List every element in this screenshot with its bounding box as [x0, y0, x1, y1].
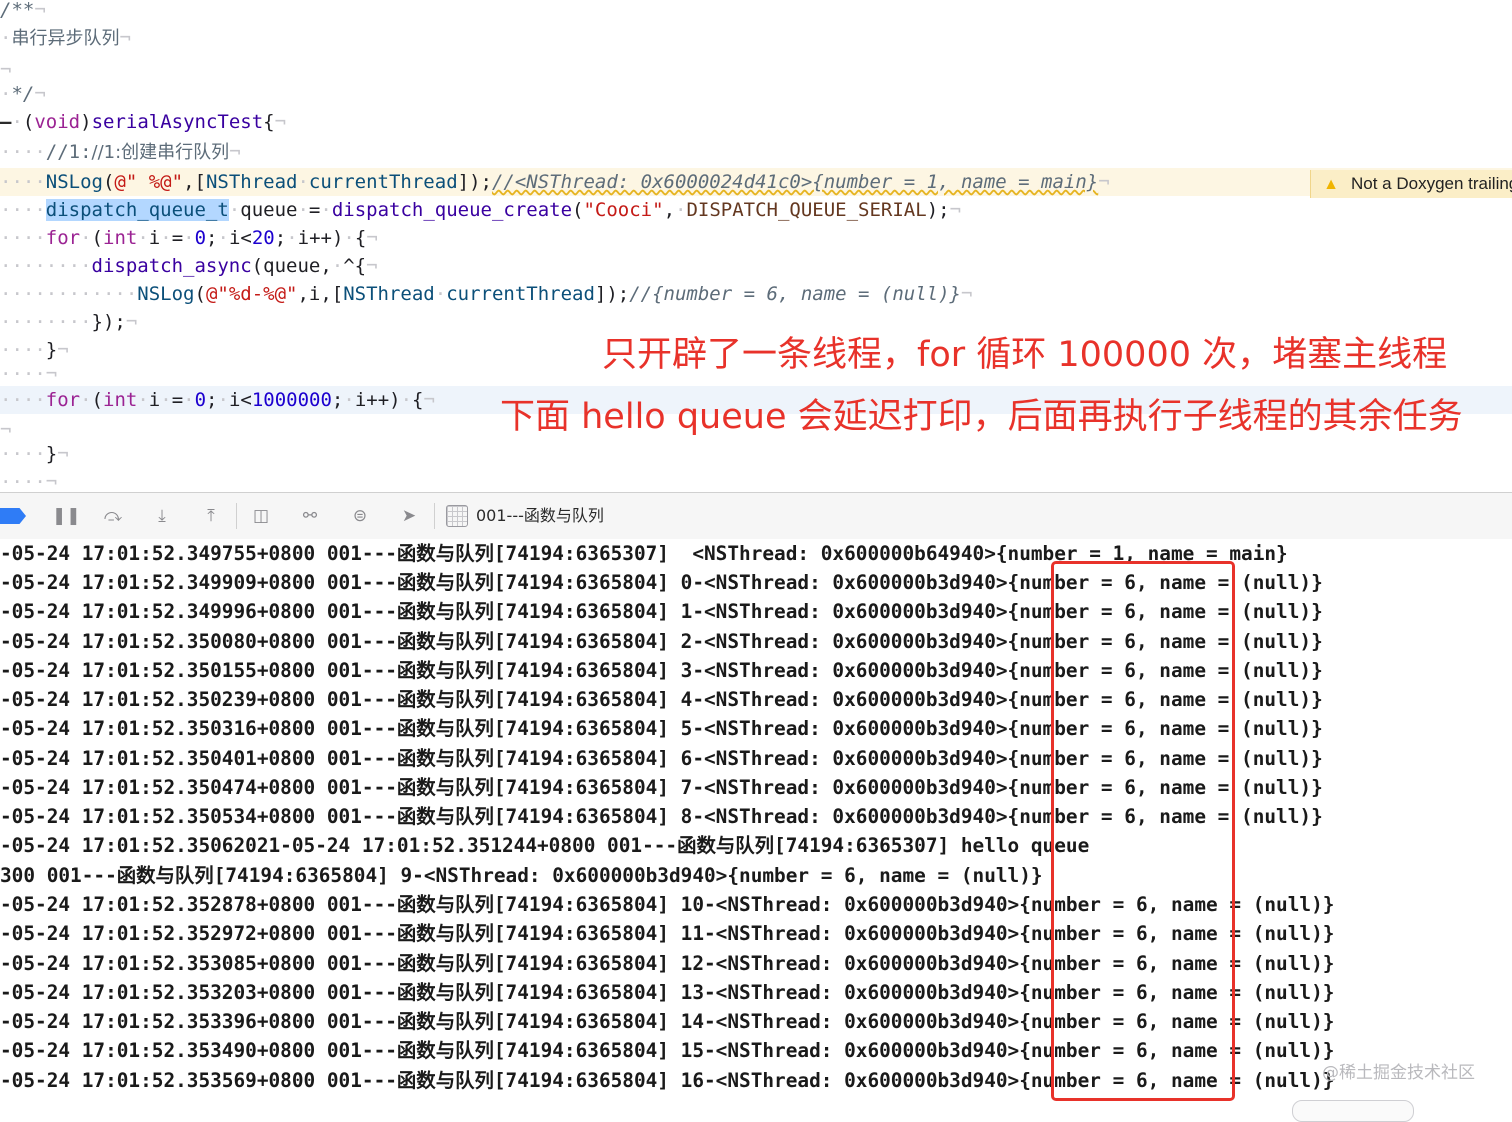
keyword-int: int [103, 227, 138, 249]
method-call: currentThread [446, 283, 595, 305]
comment-open: /** [0, 0, 35, 21]
variable: queue [240, 199, 298, 221]
comment-close: */ [11, 83, 35, 105]
code-line: ········dispatch_async(queue,·^{¬ [0, 255, 378, 277]
console-line: 300 001---函数与队列[74194:6365804] 9-<NSThre… [0, 864, 1043, 887]
annotation-text-2: 下面 hello queue 会延迟打印，后面再执行子线程的其余任务 [500, 397, 1463, 437]
nslog-call: NSLog [137, 283, 195, 305]
method-call: currentThread [308, 171, 458, 193]
pause-icon[interactable]: ❚❚ [52, 505, 81, 527]
breakpoint-toggle-icon[interactable] [0, 508, 26, 524]
function-call: dispatch_queue_create [331, 199, 573, 221]
format-string: @"%d-%@" [205, 283, 298, 305]
target-icon[interactable] [446, 505, 468, 527]
code-editor[interactable]: /**¬ ·串行异步队列¬ ¬ ·*/¬ –·(void)serialAsync… [0, 0, 1512, 492]
code-line: ····for·(int·i·=·0;·i<20;·i++)·{¬ [0, 227, 378, 249]
class-name: NSThread [343, 283, 435, 305]
view-hierarchy-icon[interactable]: ◫ [250, 505, 272, 527]
keyword-for: for [45, 227, 81, 249]
macro: DISPATCH_QUEUE_SERIAL [686, 199, 927, 221]
warning-triangle-icon: ▲ [1323, 176, 1339, 193]
scroll-bubble [1292, 1100, 1414, 1122]
loop-limit: 1000000 [251, 389, 332, 411]
target-label[interactable]: 001---函数与队列 [476, 503, 604, 529]
fold-icon[interactable]: – [0, 111, 11, 133]
code-line: /**¬ [0, 0, 46, 21]
watermark: @稀土掘金技术社区 [1322, 1063, 1475, 1083]
string-literal: "Cooci" [583, 199, 664, 221]
nslog-call: NSLog [45, 171, 103, 193]
loop-start: 0 [194, 389, 207, 411]
console-line: -05-24 17:01:52.35062021-05-24 17:01:52.… [0, 834, 1090, 857]
code-line: ·*/¬ [0, 83, 46, 105]
memory-graph-icon[interactable]: ⚯ [299, 505, 321, 527]
simulate-location-icon[interactable]: ➤ [398, 505, 420, 527]
keyword-for: for [45, 389, 81, 411]
step-out-icon[interactable]: ⤒ [200, 505, 222, 527]
code-line: ·串行异步队列¬ [0, 27, 131, 49]
code-line: ············NSLog(@"%d-%@",i,[NSThread·c… [0, 283, 973, 305]
keyword-int: int [103, 389, 138, 411]
selected-type: dispatch_queue_t [45, 199, 229, 221]
toolbar-divider [434, 503, 435, 529]
code-line: ····dispatch_queue_t·queue·=·dispatch_qu… [0, 199, 962, 221]
inline-comment: //<NSThread: 0x6000024d41c0>{number = 1,… [491, 171, 1099, 193]
loop-limit: 20 [251, 227, 275, 249]
code-line: ····//1://1:创建串行队列¬ [0, 141, 241, 163]
code-line: ····¬ [0, 471, 58, 492]
warning-text: Not a Doxygen trailing comment [1351, 174, 1512, 193]
variable: queue [263, 255, 321, 277]
highlight-box [1051, 561, 1235, 1101]
code-line: –·(void)serialAsyncTest{¬ [0, 111, 287, 133]
environment-overrides-icon[interactable]: ⊜ [349, 505, 371, 527]
annotation-text-1: 只开辟了一条线程，for 循环 100000 次，堵塞主线程 [602, 335, 1448, 375]
function-call: dispatch_async [91, 255, 252, 277]
debug-console[interactable]: -05-24 17:01:52.349755+0800 001---函数与队列[… [0, 539, 1512, 1110]
method-name: serialAsyncTest [91, 111, 264, 133]
format-string: @" %@" [114, 171, 184, 193]
code-line-warning: ····NSLog(@" %@",[NSThread·currentThread… [0, 168, 1512, 196]
warning-badge[interactable]: ▲ Not a Doxygen trailing comment [1310, 170, 1512, 198]
comment-create-queue: //1:创建串行队列 [91, 142, 230, 163]
code-line: ····}¬ [0, 443, 69, 465]
debug-toolbar: ❚❚ ⤼ ⤓ ⤒ ◫ ⚯ ⊜ ➤ 001---函数与队列 [0, 492, 1512, 540]
step-over-icon[interactable]: ⤼ [102, 505, 124, 527]
class-name: NSThread [205, 171, 298, 193]
step-into-icon[interactable]: ⤓ [151, 505, 173, 527]
doc-comment-text: 串行异步队列 [11, 28, 120, 49]
toolbar-divider [236, 503, 237, 529]
inline-comment: //{number = 6, name = (null)} [629, 283, 961, 305]
keyword-void: void [34, 111, 81, 133]
